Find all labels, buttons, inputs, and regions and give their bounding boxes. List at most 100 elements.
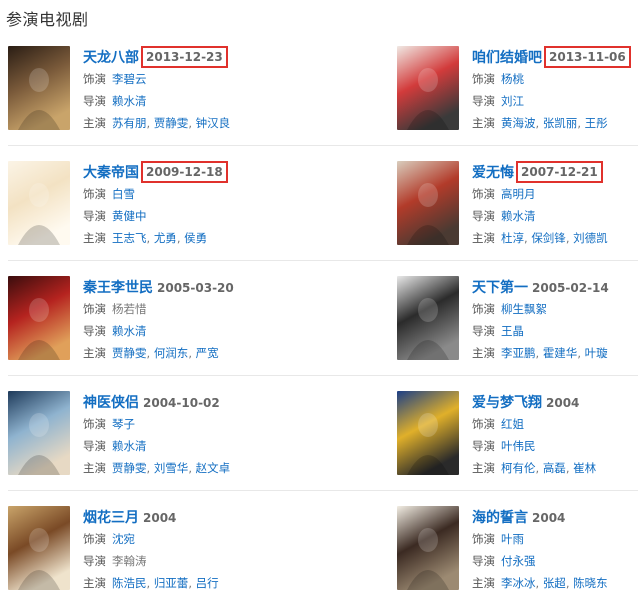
role-line: 饰演 叶雨 — [472, 528, 640, 550]
star-link[interactable]: 刘雪华 — [154, 461, 189, 475]
director-line: 导演 赖水清 — [472, 205, 640, 227]
poster-image[interactable] — [8, 161, 70, 245]
drama-title-link[interactable]: 大秦帝国 — [83, 165, 139, 181]
director-value[interactable]: 付永强 — [501, 554, 536, 568]
star-link[interactable]: 严宽 — [196, 346, 219, 360]
star-link[interactable]: 何润东 — [154, 346, 189, 360]
star-link[interactable]: 张超 — [543, 576, 566, 590]
star-link[interactable]: 李冰冰 — [501, 576, 536, 590]
poster-image[interactable] — [397, 161, 459, 245]
director-value[interactable]: 刘江 — [501, 94, 524, 108]
drama-title-link[interactable]: 海的誓言 — [472, 510, 528, 526]
poster-image[interactable] — [8, 276, 70, 360]
stars-label: 主演 — [472, 231, 495, 245]
stars-label: 主演 — [83, 576, 106, 590]
stars-label: 主演 — [83, 346, 106, 360]
drama-title-link[interactable]: 天龙八部 — [83, 50, 139, 66]
drama-year: 2004 — [143, 511, 177, 525]
director-line: 导演 赖水清 — [83, 320, 313, 342]
star-link[interactable]: 贾静雯 — [154, 116, 189, 130]
star-link[interactable]: 叶璇 — [585, 346, 608, 360]
star-link[interactable]: 李亚鹏 — [501, 346, 536, 360]
drama-title-link[interactable]: 咱们结婚吧 — [472, 50, 542, 66]
role-value[interactable]: 柳生飘絮 — [501, 302, 547, 316]
star-link[interactable]: 陈晓东 — [573, 576, 608, 590]
director-value[interactable]: 赖水清 — [112, 439, 147, 453]
director-line: 导演 付永强 — [472, 550, 640, 572]
star-link[interactable]: 赵文卓 — [196, 461, 231, 475]
poster-image[interactable] — [8, 46, 70, 130]
poster-image[interactable] — [8, 506, 70, 590]
star-link[interactable]: 张凯丽 — [543, 116, 578, 130]
star-link[interactable]: 陈浩民 — [112, 576, 147, 590]
poster-image[interactable] — [8, 391, 70, 475]
row-divider — [8, 490, 638, 491]
drama-year: 2004 — [546, 396, 580, 410]
role-value[interactable]: 李碧云 — [112, 72, 147, 86]
star-link[interactable]: 崔林 — [573, 461, 596, 475]
role-value[interactable]: 高明月 — [501, 187, 536, 201]
drama-title-link[interactable]: 爱与梦飞翔 — [472, 395, 542, 411]
poster-image[interactable] — [397, 46, 459, 130]
role-label: 饰演 — [472, 187, 495, 201]
star-link[interactable]: 吕行 — [196, 576, 219, 590]
role-value[interactable]: 沈宛 — [112, 532, 135, 546]
star-link[interactable]: 贾静雯 — [112, 346, 147, 360]
stars-line: 主演 贾静雯, 刘雪华, 赵文卓 — [83, 457, 313, 479]
star-link[interactable]: 尤勇 — [154, 231, 177, 245]
stars-line: 主演 李亚鹏, 霍建华, 叶璇 — [472, 342, 640, 364]
poster-image[interactable] — [397, 391, 459, 475]
stars-label: 主演 — [472, 346, 495, 360]
star-separator: , — [535, 346, 543, 360]
poster-image[interactable] — [397, 506, 459, 590]
star-link[interactable]: 侯勇 — [184, 231, 207, 245]
director-value[interactable]: 赖水清 — [501, 209, 536, 223]
role-value[interactable]: 杨桃 — [501, 72, 524, 86]
drama-title-link[interactable]: 秦王李世民 — [83, 280, 153, 296]
drama-year: 2004-10-02 — [143, 396, 220, 410]
drama-title-link[interactable]: 爱无悔 — [472, 165, 514, 181]
star-link[interactable]: 刘德凯 — [573, 231, 608, 245]
star-link[interactable]: 贾静雯 — [112, 461, 147, 475]
director-value[interactable]: 叶伟民 — [501, 439, 536, 453]
role-label: 饰演 — [83, 72, 106, 86]
role-value[interactable]: 叶雨 — [501, 532, 524, 546]
director-value[interactable]: 黄健中 — [112, 209, 147, 223]
stars-line: 主演 苏有朋, 贾静雯, 钟汉良 — [83, 112, 313, 134]
role-value[interactable]: 红姐 — [501, 417, 524, 431]
star-separator: , — [535, 576, 543, 590]
star-link[interactable]: 归亚蕾 — [154, 576, 189, 590]
star-link[interactable]: 黄海波 — [501, 116, 536, 130]
star-link[interactable]: 霍建华 — [543, 346, 578, 360]
star-link[interactable]: 杜淳 — [501, 231, 524, 245]
drama-title-link[interactable]: 烟花三月 — [83, 510, 139, 526]
role-line: 饰演 柳生飘絮 — [472, 298, 640, 320]
director-value[interactable]: 赖水清 — [112, 94, 147, 108]
poster-image[interactable] — [397, 276, 459, 360]
director-value[interactable]: 赖水清 — [112, 324, 147, 338]
drama-year: 2005-02-14 — [532, 281, 609, 295]
drama-info: 咱们结婚吧 2013-11-06 饰演 杨桃 导演 刘江 主演 黄海波, 张凯丽, 王彤 — [472, 46, 640, 134]
drama-title-link[interactable]: 神医侠侣 — [83, 395, 139, 411]
star-link[interactable]: 柯有伦 — [501, 461, 536, 475]
drama-title-link[interactable]: 天下第一 — [472, 280, 528, 296]
star-separator: , — [146, 576, 154, 590]
director-value[interactable]: 王晶 — [501, 324, 524, 338]
star-link[interactable]: 苏有朋 — [112, 116, 147, 130]
star-link[interactable]: 保剑锋 — [531, 231, 566, 245]
star-link[interactable]: 高磊 — [543, 461, 566, 475]
role-value[interactable]: 白雪 — [112, 187, 135, 201]
director-label: 导演 — [472, 209, 495, 223]
drama-year: 2013-11-06 — [544, 46, 631, 68]
row-divider — [8, 145, 638, 146]
stars-label: 主演 — [472, 461, 495, 475]
role-value[interactable]: 琴子 — [112, 417, 135, 431]
drama-info: 爱与梦飞翔 2004 饰演 红姐 导演 叶伟民 主演 柯有伦, 高磊, 崔林 — [472, 391, 640, 479]
row-divider — [8, 375, 638, 376]
role-line: 饰演 白雪 — [83, 183, 313, 205]
star-separator: , — [577, 116, 585, 130]
star-link[interactable]: 钟汉良 — [196, 116, 231, 130]
star-link[interactable]: 王彤 — [585, 116, 608, 130]
star-link[interactable]: 王志飞 — [112, 231, 147, 245]
director-label: 导演 — [472, 554, 495, 568]
